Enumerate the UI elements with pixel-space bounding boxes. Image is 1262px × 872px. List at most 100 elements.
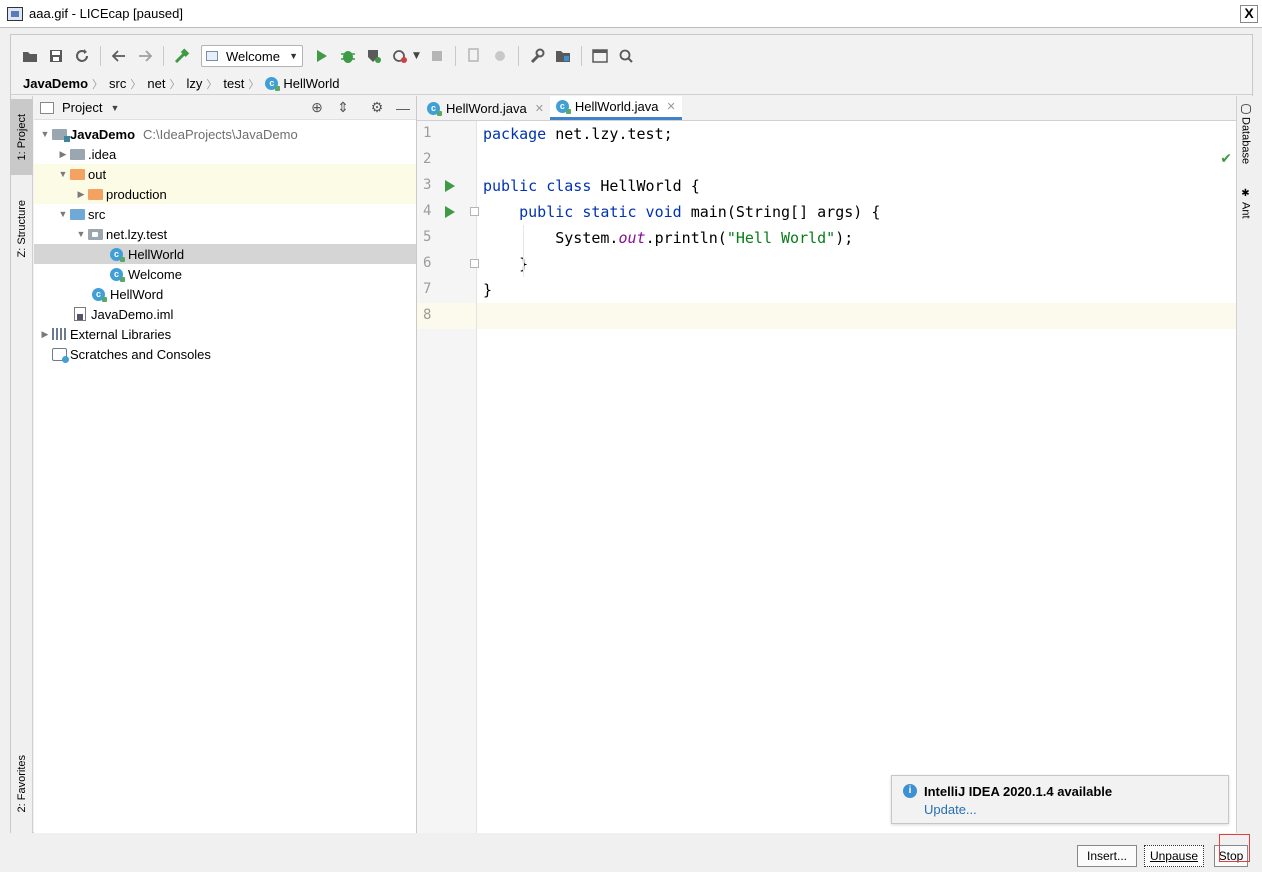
tab-favorites[interactable]: 2: Favorites xyxy=(11,741,33,827)
line-number: 5 xyxy=(423,229,432,245)
tab-label: HellWorld.java xyxy=(574,99,659,114)
tree-label: net.lzy.test xyxy=(106,226,168,242)
licecap-control-bar: Insert... Unpause Stop xyxy=(0,834,1262,872)
tab-hellworld-java[interactable]: c HellWorld.java ✕ xyxy=(549,96,682,120)
breadcrumb-item-project[interactable]: JavaDemo xyxy=(23,76,88,91)
run-main-gutter-icon[interactable] xyxy=(445,206,455,218)
project-structure-icon[interactable] xyxy=(552,45,574,67)
coverage-icon[interactable] xyxy=(363,45,385,67)
gutter-line: 3 xyxy=(417,173,476,199)
line-number: 3 xyxy=(423,177,432,193)
forward-arrow-icon[interactable] xyxy=(134,45,156,67)
string-literal: "Hell World" xyxy=(726,229,836,247)
breadcrumb-item-class[interactable]: HellWorld xyxy=(283,76,339,91)
tree-label: production xyxy=(106,186,167,202)
profiler-icon[interactable] xyxy=(389,45,411,67)
close-icon[interactable]: ✕ xyxy=(666,100,675,113)
tree-label: JavaDemo xyxy=(70,126,136,142)
code-line-4[interactable]: public static void main(String[] args) { xyxy=(477,199,1236,225)
tree-row-src[interactable]: ▼ src xyxy=(34,204,416,224)
module-folder-icon xyxy=(52,128,70,142)
tree-row-scratches[interactable]: Scratches and Consoles xyxy=(34,344,416,364)
rerun-icon[interactable] xyxy=(489,45,511,67)
close-icon[interactable]: ✕ xyxy=(535,102,544,115)
breadcrumb-item-src[interactable]: src xyxy=(109,76,126,91)
tab-database[interactable]: Database xyxy=(1237,104,1254,164)
expand-arrow-icon[interactable]: ▼ xyxy=(74,229,88,239)
tab-project[interactable]: 1: Project xyxy=(11,99,33,175)
java-class-icon: c xyxy=(110,247,125,262)
sync-icon[interactable] xyxy=(71,45,93,67)
expand-arrow-icon[interactable]: ▼ xyxy=(38,129,52,139)
terminal-window-icon[interactable] xyxy=(589,45,611,67)
project-view-selector[interactable]: Project xyxy=(62,100,102,115)
code-text: ); xyxy=(835,229,854,247)
code-line-3[interactable]: public class HellWorld { xyxy=(477,173,1236,199)
locate-file-icon[interactable]: ⊕ xyxy=(304,99,330,116)
keyword: public class xyxy=(483,177,592,195)
run-config-label: Welcome xyxy=(226,48,280,64)
breadcrumb-item-lzy[interactable]: lzy xyxy=(186,76,202,91)
tree-row-welcome[interactable]: c Welcome xyxy=(34,264,416,284)
expand-arrow-icon[interactable]: ▼ xyxy=(56,169,70,179)
run-icon[interactable] xyxy=(311,45,333,67)
expand-arrow-icon[interactable]: ▼ xyxy=(56,209,70,219)
tree-row-production[interactable]: ▶ production xyxy=(34,184,416,204)
project-panel-header: Project ▼ ⊕ ⇕ ⚙ — xyxy=(34,96,416,120)
tab-ant[interactable]: ✱ Ant xyxy=(1237,188,1254,219)
insert-button[interactable]: Insert... xyxy=(1077,845,1137,867)
recording-frame-marker xyxy=(1219,834,1250,862)
collapse-arrow-icon[interactable]: ▶ xyxy=(38,329,52,340)
tab-hellword-java[interactable]: c HellWord.java ✕ xyxy=(421,96,550,120)
update-notification: i IntelliJ IDEA 2020.1.4 available Updat… xyxy=(891,775,1229,824)
tab-structure[interactable]: Z: Structure xyxy=(11,186,33,272)
java-class-icon: c xyxy=(427,101,442,116)
tree-row-idea[interactable]: ▶ .idea xyxy=(34,144,416,164)
inspection-ok-check-icon[interactable]: ✔ xyxy=(1220,151,1232,167)
code-line-1[interactable]: package net.lzy.test; xyxy=(477,121,1236,147)
open-folder-icon[interactable] xyxy=(19,45,41,67)
minimize-icon[interactable]: — xyxy=(390,100,416,116)
code-line-6[interactable]: } xyxy=(477,251,1236,277)
code-line-2[interactable] xyxy=(477,147,1236,173)
run-class-gutter-icon[interactable] xyxy=(445,180,455,192)
collapse-arrow-icon[interactable]: ▶ xyxy=(74,189,88,200)
chevron-down-icon[interactable]: ▼ xyxy=(110,103,119,113)
window-close-button[interactable]: X xyxy=(1240,5,1258,23)
breadcrumb-item-test[interactable]: test xyxy=(223,76,244,91)
run-config-selector[interactable]: Welcome ▼ xyxy=(201,45,303,67)
stop-icon[interactable] xyxy=(426,45,448,67)
collapse-all-icon[interactable]: ⇕ xyxy=(330,99,356,116)
debug-bug-icon[interactable] xyxy=(337,45,359,67)
project-tool-window: Project ▼ ⊕ ⇕ ⚙ — ▼ JavaDemo C:\IdeaProj… xyxy=(34,96,417,833)
library-icon xyxy=(52,328,67,340)
gear-icon[interactable]: ⚙ xyxy=(364,99,390,116)
tree-row-out[interactable]: ▼ out xyxy=(34,164,416,184)
unpause-button[interactable]: Unpause xyxy=(1144,845,1204,867)
build-hammer-icon[interactable] xyxy=(171,45,193,67)
tree-row-external-libraries[interactable]: ▶ External Libraries xyxy=(34,324,416,344)
chevron-right-icon: 〉 xyxy=(92,78,104,91)
settings-wrench-icon[interactable] xyxy=(526,45,548,67)
save-icon[interactable] xyxy=(45,45,67,67)
code-line-7[interactable]: } xyxy=(477,277,1236,303)
collapse-arrow-icon[interactable]: ▶ xyxy=(56,149,70,160)
tab-project-label: 1: Project xyxy=(16,113,28,161)
tree-row-package[interactable]: ▼ net.lzy.test xyxy=(34,224,416,244)
tree-row-hellword[interactable]: c HellWord xyxy=(34,284,416,304)
back-arrow-icon[interactable] xyxy=(108,45,130,67)
attach-debugger-icon[interactable] xyxy=(463,45,485,67)
code-line-5[interactable]: System. out .println("Hell World"); xyxy=(477,225,1236,251)
chevron-down-icon[interactable]: ▼ xyxy=(413,51,420,61)
tree-label: HellWord xyxy=(110,286,164,302)
tree-row-iml[interactable]: JavaDemo.iml xyxy=(34,304,416,324)
tree-row-hellworld[interactable]: c HellWorld xyxy=(34,244,416,264)
tree-row-project-root[interactable]: ▼ JavaDemo C:\IdeaProjects\JavaDemo xyxy=(34,124,416,144)
code-editor[interactable]: package net.lzy.test; public class HellW… xyxy=(477,121,1236,833)
java-class-icon: c xyxy=(265,77,281,91)
update-link[interactable]: Update... xyxy=(924,802,977,817)
code-line-8-current[interactable] xyxy=(477,303,1236,329)
breadcrumb-item-net[interactable]: net xyxy=(147,76,165,91)
search-icon[interactable] xyxy=(615,45,637,67)
